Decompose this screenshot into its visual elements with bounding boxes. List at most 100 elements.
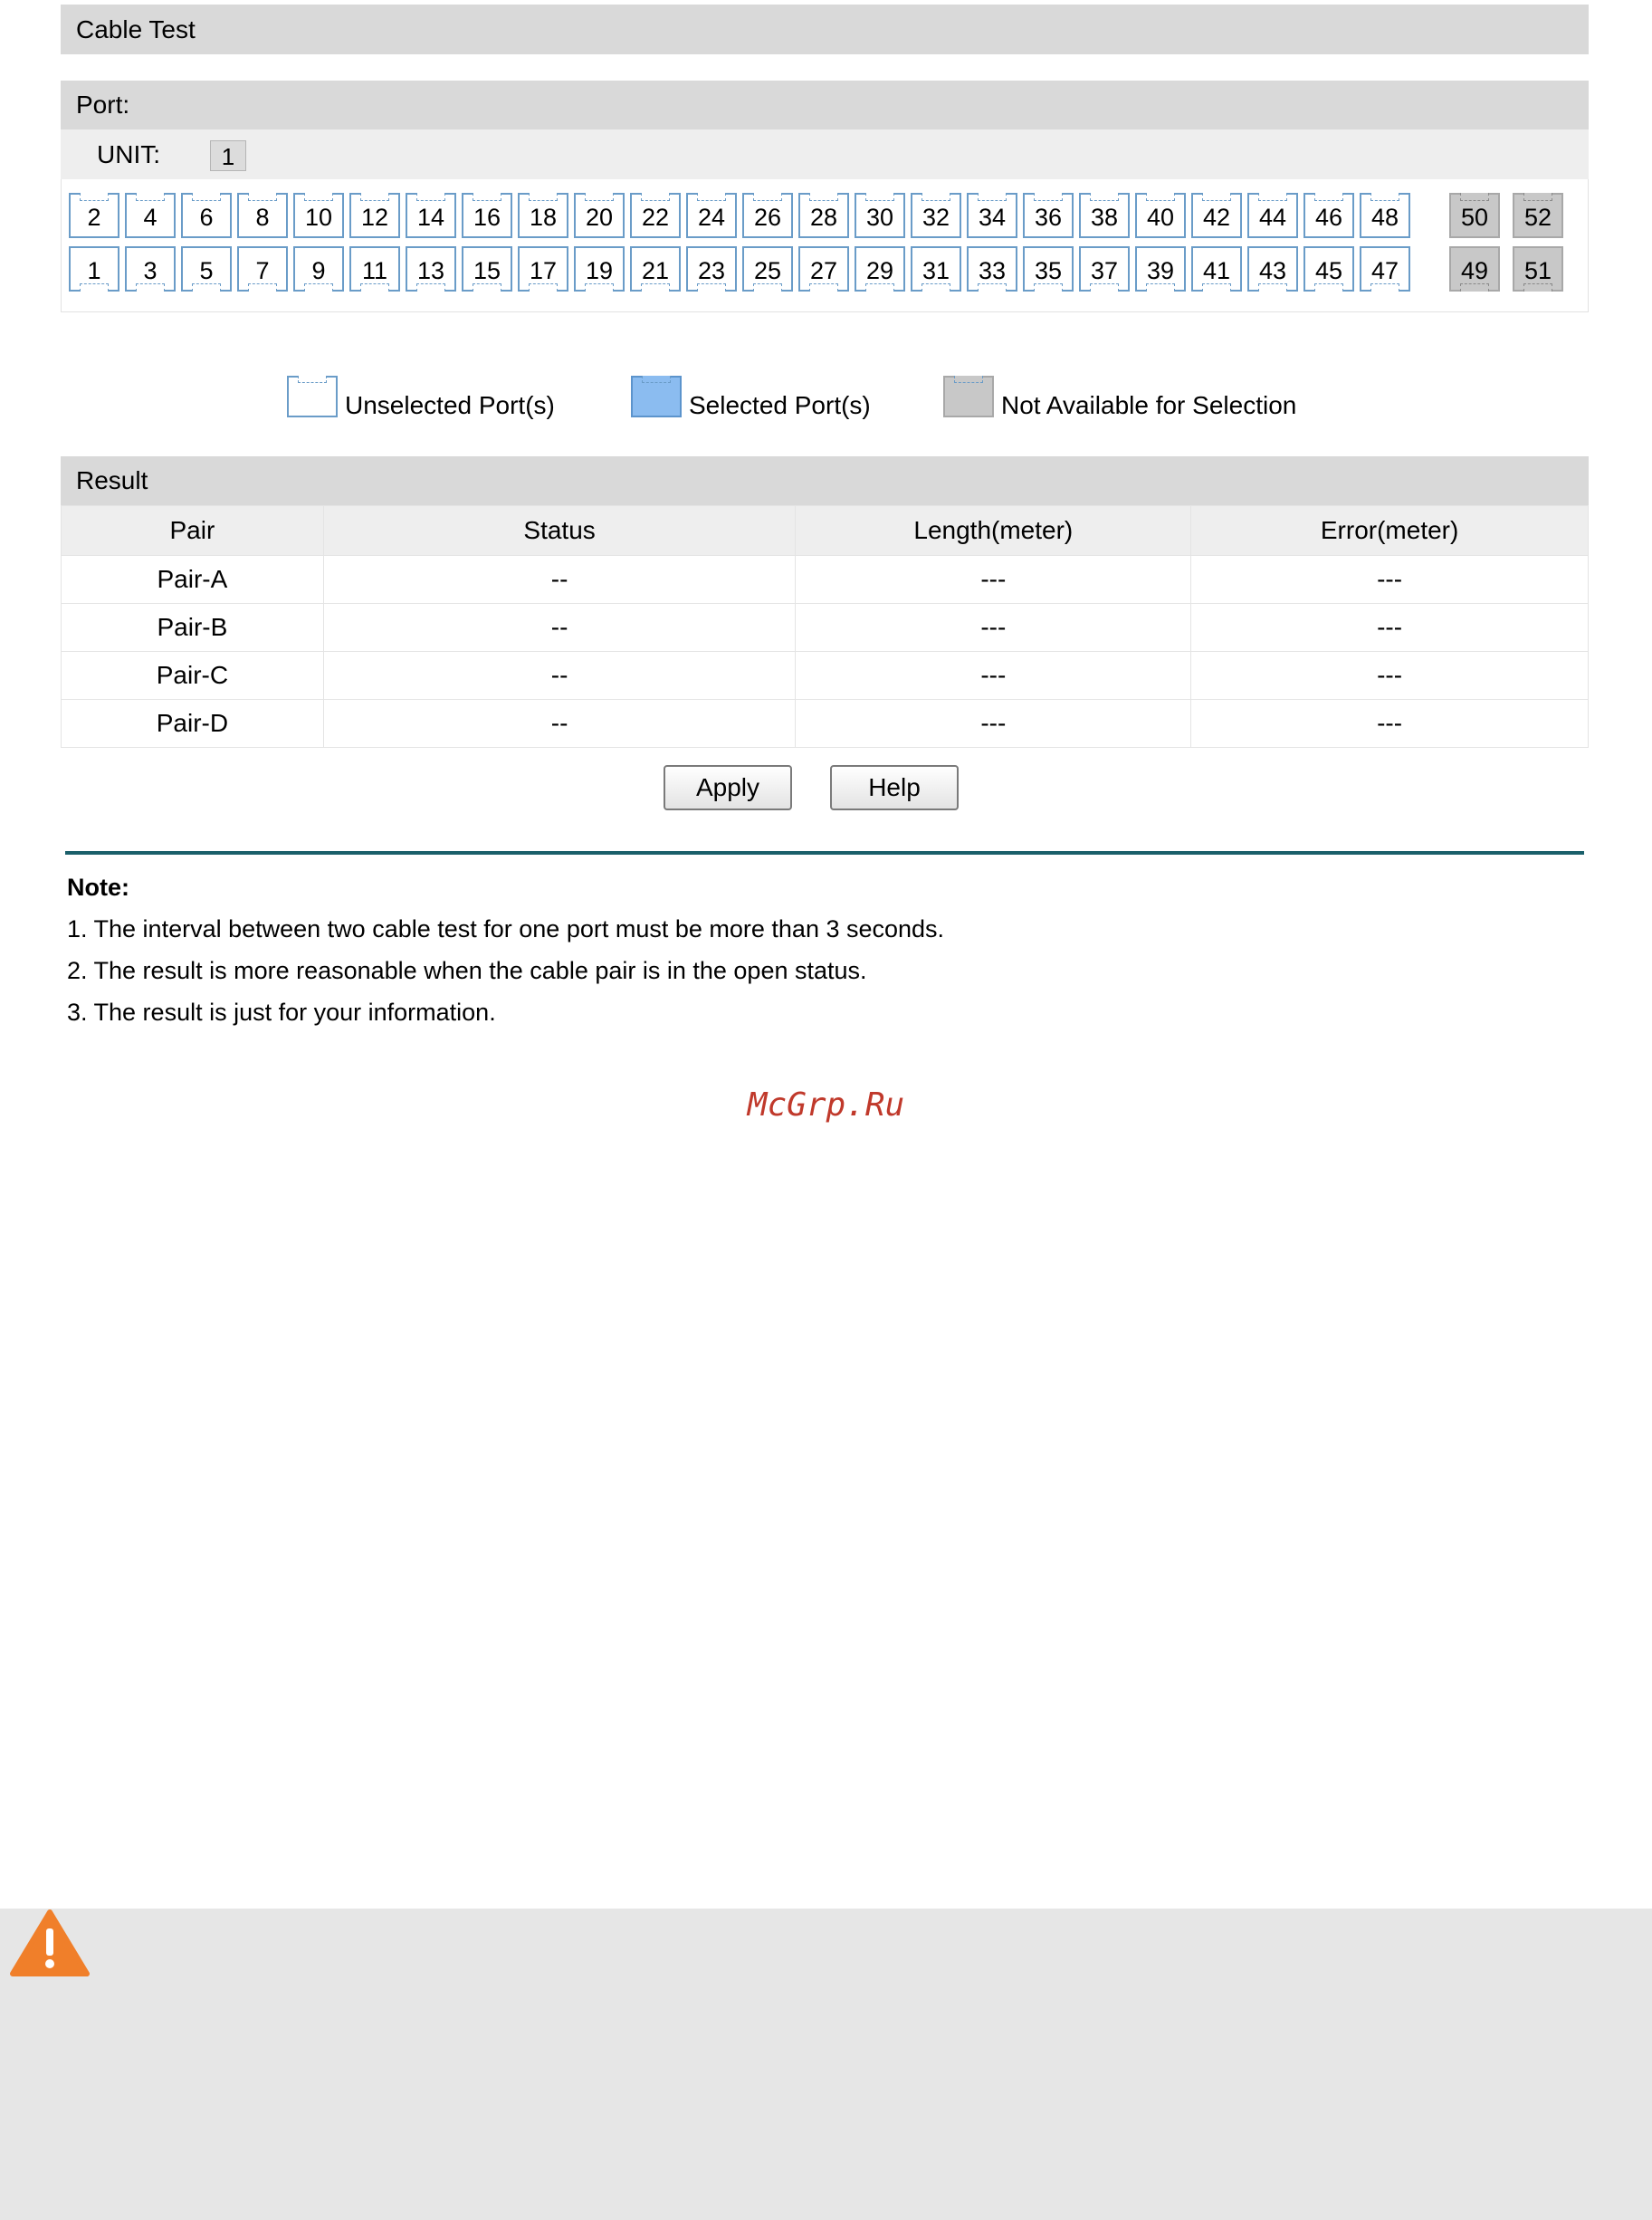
port-31[interactable]: 31	[911, 246, 961, 292]
unit-row: UNIT: 1	[61, 129, 1589, 179]
port-12[interactable]: 12	[349, 193, 400, 238]
port-label: 26	[753, 204, 782, 231]
port-13[interactable]: 13	[406, 246, 456, 292]
port-23[interactable]: 23	[686, 246, 737, 292]
length-cell: ---	[795, 651, 1192, 700]
port-22[interactable]: 22	[630, 193, 681, 238]
column-header-length: Length(meter)	[795, 505, 1192, 556]
port-label: 34	[978, 204, 1007, 231]
port-46[interactable]: 46	[1303, 193, 1354, 238]
port-21[interactable]: 21	[630, 246, 681, 292]
pair-cell: Pair-B	[61, 603, 324, 652]
note-section: Note: 1. The interval between two cable …	[67, 866, 944, 1033]
port-17[interactable]: 17	[518, 246, 568, 292]
port-30[interactable]: 30	[855, 193, 905, 238]
port-label: 17	[529, 257, 558, 284]
port-39[interactable]: 39	[1135, 246, 1186, 292]
unit-selector[interactable]: 1	[210, 140, 246, 171]
port-36[interactable]: 36	[1023, 193, 1074, 238]
port-label: 52	[1523, 204, 1552, 231]
port-label: 6	[199, 204, 214, 231]
result-table: Pair Status Length(meter) Error(meter) P…	[61, 505, 1589, 748]
port-20[interactable]: 20	[574, 193, 625, 238]
legend-unselected-label: Unselected Port(s)	[345, 391, 555, 419]
apply-button[interactable]: Apply	[664, 765, 792, 810]
port-label: 23	[697, 257, 726, 284]
port-40[interactable]: 40	[1135, 193, 1186, 238]
table-row: Pair-B -- --- ---	[61, 603, 1589, 652]
port-2[interactable]: 2	[69, 193, 119, 238]
port-7[interactable]: 7	[237, 246, 288, 292]
port-16[interactable]: 16	[462, 193, 512, 238]
port-28[interactable]: 28	[798, 193, 849, 238]
port-label: 2	[87, 204, 101, 231]
port-43[interactable]: 43	[1247, 246, 1298, 292]
column-header-status: Status	[322, 505, 797, 556]
warning-triangle-icon	[10, 1909, 90, 1976]
port-label: 11	[361, 257, 388, 284]
port-label: 15	[473, 257, 501, 284]
length-cell: ---	[795, 699, 1192, 748]
port-34[interactable]: 34	[967, 193, 1017, 238]
port-42[interactable]: 42	[1191, 193, 1242, 238]
port-label: 4	[143, 204, 158, 231]
port-48[interactable]: 48	[1360, 193, 1410, 238]
port-35[interactable]: 35	[1023, 246, 1074, 292]
port-label: 33	[978, 257, 1007, 284]
port-38[interactable]: 38	[1079, 193, 1130, 238]
watermark: McGrp.Ru	[747, 1086, 905, 1124]
port-10[interactable]: 10	[293, 193, 344, 238]
result-section-header: Result	[61, 456, 1589, 505]
port-1[interactable]: 1	[69, 246, 119, 292]
port-label: 32	[921, 204, 950, 231]
port-9[interactable]: 9	[293, 246, 344, 292]
port-25[interactable]: 25	[742, 246, 793, 292]
port-24[interactable]: 24	[686, 193, 737, 238]
port-26[interactable]: 26	[742, 193, 793, 238]
port-45[interactable]: 45	[1303, 246, 1354, 292]
port-label: 29	[865, 257, 894, 284]
port-44[interactable]: 44	[1247, 193, 1298, 238]
port-6[interactable]: 6	[181, 193, 232, 238]
port-label: 30	[865, 204, 894, 231]
port-label: 46	[1314, 204, 1343, 231]
status-cell: --	[322, 651, 797, 700]
note-title: Note:	[67, 874, 129, 901]
port-32[interactable]: 32	[911, 193, 961, 238]
port-label: 43	[1258, 257, 1287, 284]
port-3[interactable]: 3	[125, 246, 176, 292]
error-cell: ---	[1190, 651, 1589, 700]
port-label: 14	[416, 204, 445, 231]
port-18[interactable]: 18	[518, 193, 568, 238]
port-29[interactable]: 29	[855, 246, 905, 292]
port-5[interactable]: 5	[181, 246, 232, 292]
port-label: 48	[1370, 204, 1399, 231]
port-11[interactable]: 11	[349, 246, 400, 292]
result-header-row: Pair Status Length(meter) Error(meter)	[61, 505, 1589, 556]
port-label: 18	[529, 204, 558, 231]
port-row-odd: 1 3 5 7 9 11 13 15 17 19 21 23 25 27 29 31 33 35 37 39 41 43 4…	[69, 246, 1590, 292]
port-27[interactable]: 27	[798, 246, 849, 292]
port-33[interactable]: 33	[967, 246, 1017, 292]
port-label: 51	[1523, 257, 1552, 284]
error-cell: ---	[1190, 603, 1589, 652]
warning-panel	[0, 1909, 1652, 2220]
port-label: 40	[1146, 204, 1175, 231]
table-row: Pair-D -- --- ---	[61, 699, 1589, 748]
port-label: 16	[473, 204, 501, 231]
error-cell: ---	[1190, 555, 1589, 604]
port-47[interactable]: 47	[1360, 246, 1410, 292]
help-button[interactable]: Help	[830, 765, 959, 810]
port-19[interactable]: 19	[574, 246, 625, 292]
port-15[interactable]: 15	[462, 246, 512, 292]
port-8[interactable]: 8	[237, 193, 288, 238]
port-4[interactable]: 4	[125, 193, 176, 238]
note-line: 3. The result is just for your informati…	[67, 999, 496, 1026]
legend-not-available-label: Not Available for Selection	[1001, 391, 1297, 419]
port-14[interactable]: 14	[406, 193, 456, 238]
pair-cell: Pair-A	[61, 555, 324, 604]
port-37[interactable]: 37	[1079, 246, 1130, 292]
port-41[interactable]: 41	[1191, 246, 1242, 292]
port-label: 49	[1460, 257, 1489, 284]
not-available-port-icon	[943, 376, 994, 417]
